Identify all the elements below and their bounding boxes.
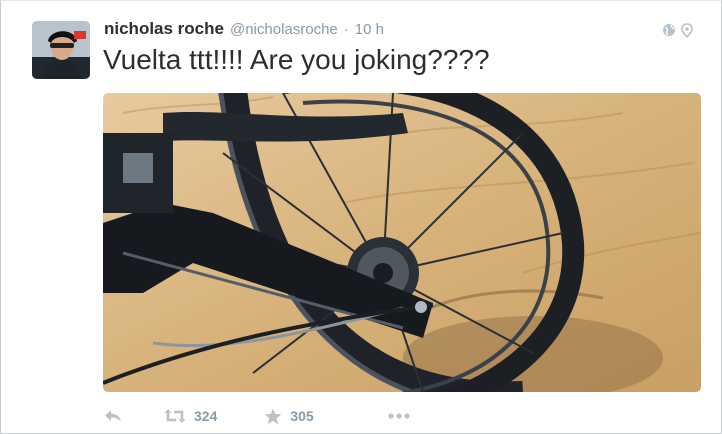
retweet-count: 324: [194, 408, 218, 424]
author-username[interactable]: @nicholasroche: [230, 21, 338, 38]
tweet-timestamp[interactable]: 10 h: [355, 21, 384, 38]
separator-dot: ·: [343, 21, 349, 38]
globe-icon[interactable]: [662, 23, 676, 38]
author-fullname[interactable]: nicholas roche: [104, 19, 224, 39]
retweet-icon: [164, 409, 186, 423]
tweet-text: Vuelta ttt!!!! Are you joking????: [103, 44, 490, 75]
reply-icon: [105, 410, 121, 422]
tweet-actions: 324 305: [104, 406, 410, 426]
tweet-top-icons: [662, 23, 693, 38]
favorite-count: 305: [290, 408, 314, 424]
more-icon: [388, 413, 410, 419]
avatar[interactable]: [32, 21, 90, 79]
tweet-card: nicholas roche @nicholasroche · 10 h Vue…: [0, 0, 722, 434]
star-icon: [265, 408, 282, 424]
tweet-photo[interactable]: [103, 93, 701, 392]
location-pin-icon[interactable]: [681, 23, 693, 38]
reply-button[interactable]: [104, 409, 128, 423]
more-button[interactable]: [388, 413, 410, 419]
retweet-button[interactable]: 324: [164, 408, 217, 424]
tweet-header: nicholas roche @nicholasroche · 10 h: [104, 19, 384, 41]
favorite-button[interactable]: 305: [264, 408, 314, 425]
